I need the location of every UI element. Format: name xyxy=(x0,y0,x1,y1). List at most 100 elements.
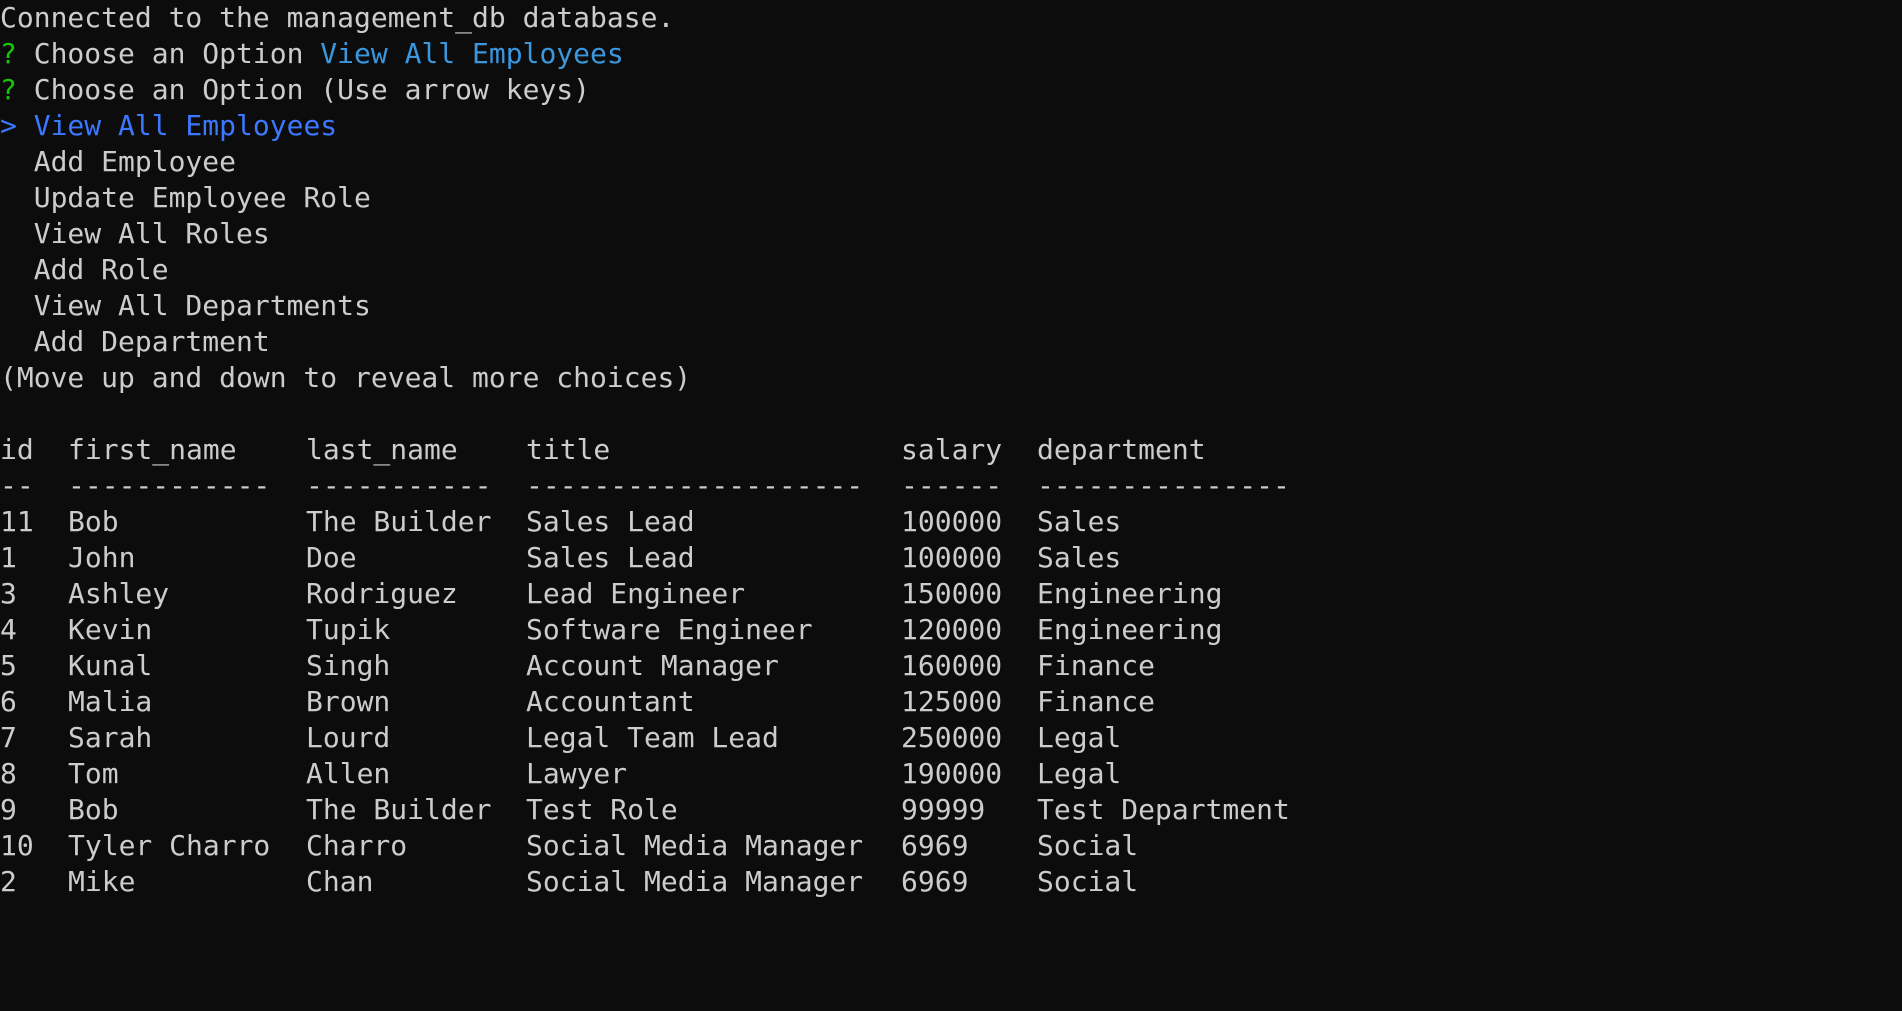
menu-item[interactable]: Add Role xyxy=(0,252,1902,288)
table-row: 7 Sarah Lourd Legal Team Lead 250000 Legal xyxy=(0,720,1902,756)
cell-id: 8 xyxy=(0,757,17,790)
separator-title: -------------------- xyxy=(526,469,864,502)
cell-department: Social xyxy=(1037,829,1139,862)
cell-department: Test Department xyxy=(1037,793,1290,826)
cell-first-name: Sarah xyxy=(68,721,153,754)
cell-department: Legal xyxy=(1037,757,1122,790)
cell-department: Finance xyxy=(1037,649,1156,682)
cell-title: Accountant xyxy=(526,685,695,718)
cell-title: Test Role xyxy=(526,793,678,826)
menu-item[interactable]: View All Departments xyxy=(0,288,1902,324)
active-prompt: ? Choose an Option (Use arrow keys) xyxy=(0,72,1902,108)
prompt-hint: (Use arrow keys) xyxy=(320,73,591,106)
table-row: 8 Tom Allen Lawyer 190000 Legal xyxy=(0,756,1902,792)
prompt-question: Choose an Option xyxy=(33,73,304,106)
cell-id: 4 xyxy=(0,613,17,646)
cell-id: 9 xyxy=(0,793,17,826)
cell-title: Sales Lead xyxy=(526,541,695,574)
cell-title: Sales Lead xyxy=(526,505,695,538)
cell-salary: 150000 xyxy=(901,577,1003,610)
cell-last-name: Charro xyxy=(306,829,408,862)
menu-item-label: Add Department xyxy=(33,325,270,358)
cell-department: Sales xyxy=(1037,541,1122,574)
cell-department: Legal xyxy=(1037,721,1122,754)
cell-last-name: Brown xyxy=(306,685,391,718)
cell-id: 5 xyxy=(0,649,17,682)
cell-salary: 100000 xyxy=(901,505,1003,538)
table-row: 2 Mike Chan Social Media Manager 6969 Social xyxy=(0,864,1902,900)
cell-salary: 160000 xyxy=(901,649,1003,682)
cell-department: Engineering xyxy=(1037,577,1223,610)
cell-title: Account Manager xyxy=(526,649,779,682)
table-row: 6 Malia Brown Accountant 125000 Finance xyxy=(0,684,1902,720)
cell-first-name: Bob xyxy=(68,793,119,826)
cell-salary: 6969 xyxy=(901,829,969,862)
cell-last-name: Allen xyxy=(306,757,391,790)
cell-id: 11 xyxy=(0,505,34,538)
cell-last-name: Doe xyxy=(306,541,357,574)
cell-title: Legal Team Lead xyxy=(526,721,779,754)
table-row: 5 Kunal Singh Account Manager 160000 Finance xyxy=(0,648,1902,684)
table-separator-row: -- ------------ ----------- ---------------… xyxy=(0,468,1902,504)
option-menu: > View All Employees Add Employee Update… xyxy=(0,108,1902,360)
cell-id: 7 xyxy=(0,721,17,754)
cell-title: Software Engineer xyxy=(526,613,813,646)
menu-item-label: View All Departments xyxy=(33,289,371,322)
menu-item[interactable]: Add Department xyxy=(0,324,1902,360)
table-row: 9 Bob The Builder Test Role 99999 Test Depart… xyxy=(0,792,1902,828)
separator-department: --------------- xyxy=(1037,469,1290,502)
cell-id: 2 xyxy=(0,865,17,898)
cell-last-name: The Builder xyxy=(306,793,492,826)
menu-item[interactable]: Add Employee xyxy=(0,144,1902,180)
cell-department: Sales xyxy=(1037,505,1122,538)
table-body: 11 Bob The Builder Sales Lead 100000 Sales 1 Jo… xyxy=(0,504,1902,900)
cell-title: Lawyer xyxy=(526,757,628,790)
cell-first-name: Malia xyxy=(68,685,153,718)
cell-department: Finance xyxy=(1037,685,1156,718)
column-header-department: department xyxy=(1037,433,1206,466)
cell-salary: 100000 xyxy=(901,541,1003,574)
cell-id: 1 xyxy=(0,541,17,574)
prompt-marker: ? xyxy=(0,73,17,106)
cell-department: Engineering xyxy=(1037,613,1223,646)
menu-item[interactable]: View All Roles xyxy=(0,216,1902,252)
menu-pointer xyxy=(0,145,34,178)
cell-id: 3 xyxy=(0,577,17,610)
terminal-window[interactable]: Connected to the management_db database.… xyxy=(0,0,1902,1011)
cell-salary: 250000 xyxy=(901,721,1003,754)
column-header-last-name: last_name xyxy=(306,433,458,466)
menu-item-label: View All Roles xyxy=(33,217,270,250)
cell-salary: 120000 xyxy=(901,613,1003,646)
separator-last-name: ----------- xyxy=(306,469,492,502)
cell-first-name: Tyler Charro xyxy=(68,829,271,862)
menu-pointer xyxy=(0,289,34,322)
answered-prompt: ? Choose an Option View All Employees xyxy=(0,36,1902,72)
column-header-salary: salary xyxy=(901,433,1003,466)
menu-item[interactable]: > View All Employees xyxy=(0,108,1902,144)
column-header-id: id xyxy=(0,433,34,466)
cell-title: Social Media Manager xyxy=(526,829,864,862)
prompt-question: Choose an Option xyxy=(33,37,304,70)
cell-salary: 6969 xyxy=(901,865,969,898)
cell-salary: 190000 xyxy=(901,757,1003,790)
connection-status: Connected to the management_db database. xyxy=(0,1,675,34)
cell-first-name: Kevin xyxy=(68,613,153,646)
table-row: 3 Ashley Rodriguez Lead Engineer 150000 Engin… xyxy=(0,576,1902,612)
cell-id: 10 xyxy=(0,829,34,862)
employees-table: id first_name last_name title salary departme… xyxy=(0,432,1902,900)
menu-item-label: View All Employees xyxy=(33,109,338,142)
separator-first-name: ------------ xyxy=(68,469,271,502)
cell-first-name: Tom xyxy=(68,757,119,790)
menu-item[interactable]: Update Employee Role xyxy=(0,180,1902,216)
menu-pointer xyxy=(0,181,34,214)
cell-first-name: Mike xyxy=(68,865,136,898)
cell-first-name: Kunal xyxy=(68,649,153,682)
cell-first-name: Bob xyxy=(68,505,119,538)
cell-last-name: Lourd xyxy=(306,721,391,754)
menu-item-label: Add Employee xyxy=(33,145,237,178)
table-row: 1 John Doe Sales Lead 100000 Sales xyxy=(0,540,1902,576)
table-row: 11 Bob The Builder Sales Lead 100000 Sales xyxy=(0,504,1902,540)
cell-last-name: Singh xyxy=(306,649,391,682)
menu-item-label: Update Employee Role xyxy=(33,181,371,214)
